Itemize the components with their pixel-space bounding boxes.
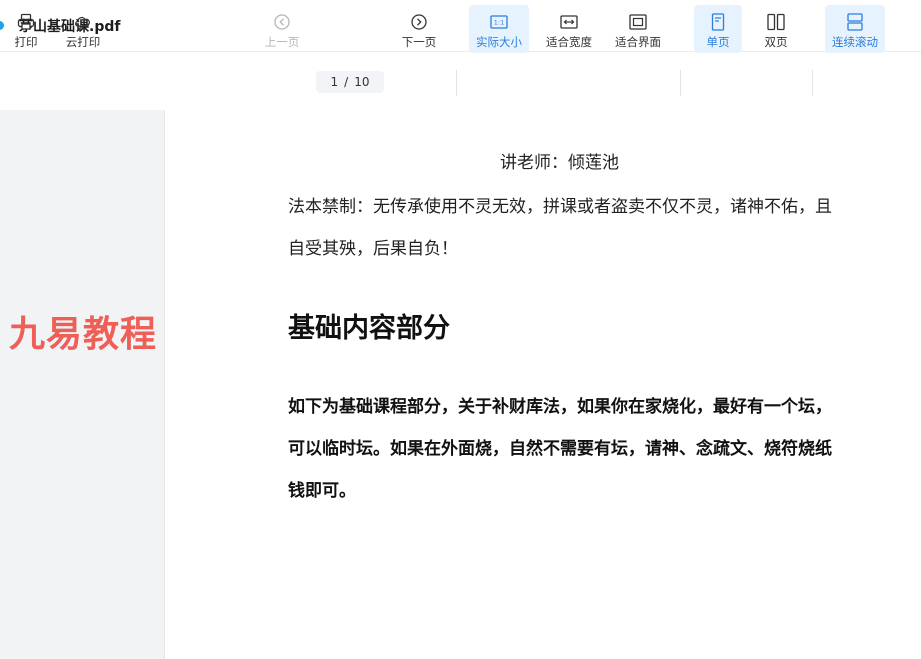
actual-size-button[interactable]: 1:1 实际大小 — [469, 5, 529, 53]
actual-size-icon: 1:1 — [490, 15, 508, 29]
continuous-scroll-icon — [847, 13, 863, 31]
prev-page-label: 上一页 — [264, 35, 300, 49]
body-paragraph: 如下为基础课程部分，关于补财库法，如果你在家烧化，最好有一个坛，可以临时坛。如果… — [288, 397, 832, 501]
double-page-button[interactable]: 双页 — [752, 5, 800, 53]
toolbar-divider — [456, 70, 457, 96]
toolbar-divider — [812, 70, 813, 96]
side-panel — [0, 110, 165, 659]
section-title: 基础内容部分 — [288, 313, 450, 344]
next-page-label: 下一页 — [401, 35, 437, 49]
warning-paragraph: 法本禁制：无传承使用不灵无效，拼课或者盗卖不仅不灵，诸神不佑，且自受其殃，后果自… — [288, 197, 832, 259]
current-page: 1 — [330, 75, 339, 89]
prev-page-button[interactable]: 上一页 — [260, 5, 304, 53]
toolbar — [0, 52, 921, 110]
actual-size-label: 实际大小 — [476, 35, 522, 49]
printer-icon — [17, 13, 35, 30]
fit-page-button[interactable]: 适合界面 — [610, 5, 666, 53]
chevron-left-circle-icon — [274, 14, 290, 30]
total-pages: 10 — [354, 75, 370, 89]
watermark-text: 九易教程 — [9, 314, 158, 355]
cloud-print-label: 云打印 — [65, 35, 101, 49]
continuous-scroll-label: 连续滚动 — [832, 35, 878, 49]
print-label: 打印 — [14, 35, 38, 49]
page-separator: / — [344, 75, 349, 89]
fit-width-label: 适合宽度 — [546, 35, 592, 49]
document-page: 讲老师：倾莲池 法本禁制：无传承使用不灵无效，拼课或者盗卖不仅不灵，诸神不佑，且… — [166, 110, 921, 659]
app-logo-icon — [0, 21, 4, 30]
fit-width-icon — [560, 15, 578, 29]
svg-text:1:1: 1:1 — [494, 19, 504, 27]
single-page-icon — [711, 13, 725, 31]
cloud-print-button[interactable]: 云打印 — [60, 5, 106, 53]
double-page-label: 双页 — [764, 35, 788, 49]
single-page-button[interactable]: 单页 — [694, 5, 742, 53]
continuous-scroll-button[interactable]: 连续滚动 — [825, 5, 885, 53]
print-button[interactable]: 打印 — [6, 5, 46, 53]
page-number-input[interactable]: 1 / 10 — [316, 71, 384, 93]
toolbar-divider — [680, 70, 681, 96]
next-page-button[interactable]: 下一页 — [397, 5, 441, 53]
fit-page-icon — [629, 14, 647, 30]
single-page-label: 单页 — [706, 35, 730, 49]
double-page-icon — [767, 13, 785, 31]
fit-page-label: 适合界面 — [615, 35, 661, 49]
chevron-right-circle-icon — [411, 14, 427, 30]
cloud-icon — [75, 16, 90, 30]
lecturer-line: 讲老师：倾莲池 — [500, 153, 619, 173]
fit-width-button[interactable]: 适合宽度 — [541, 5, 597, 53]
